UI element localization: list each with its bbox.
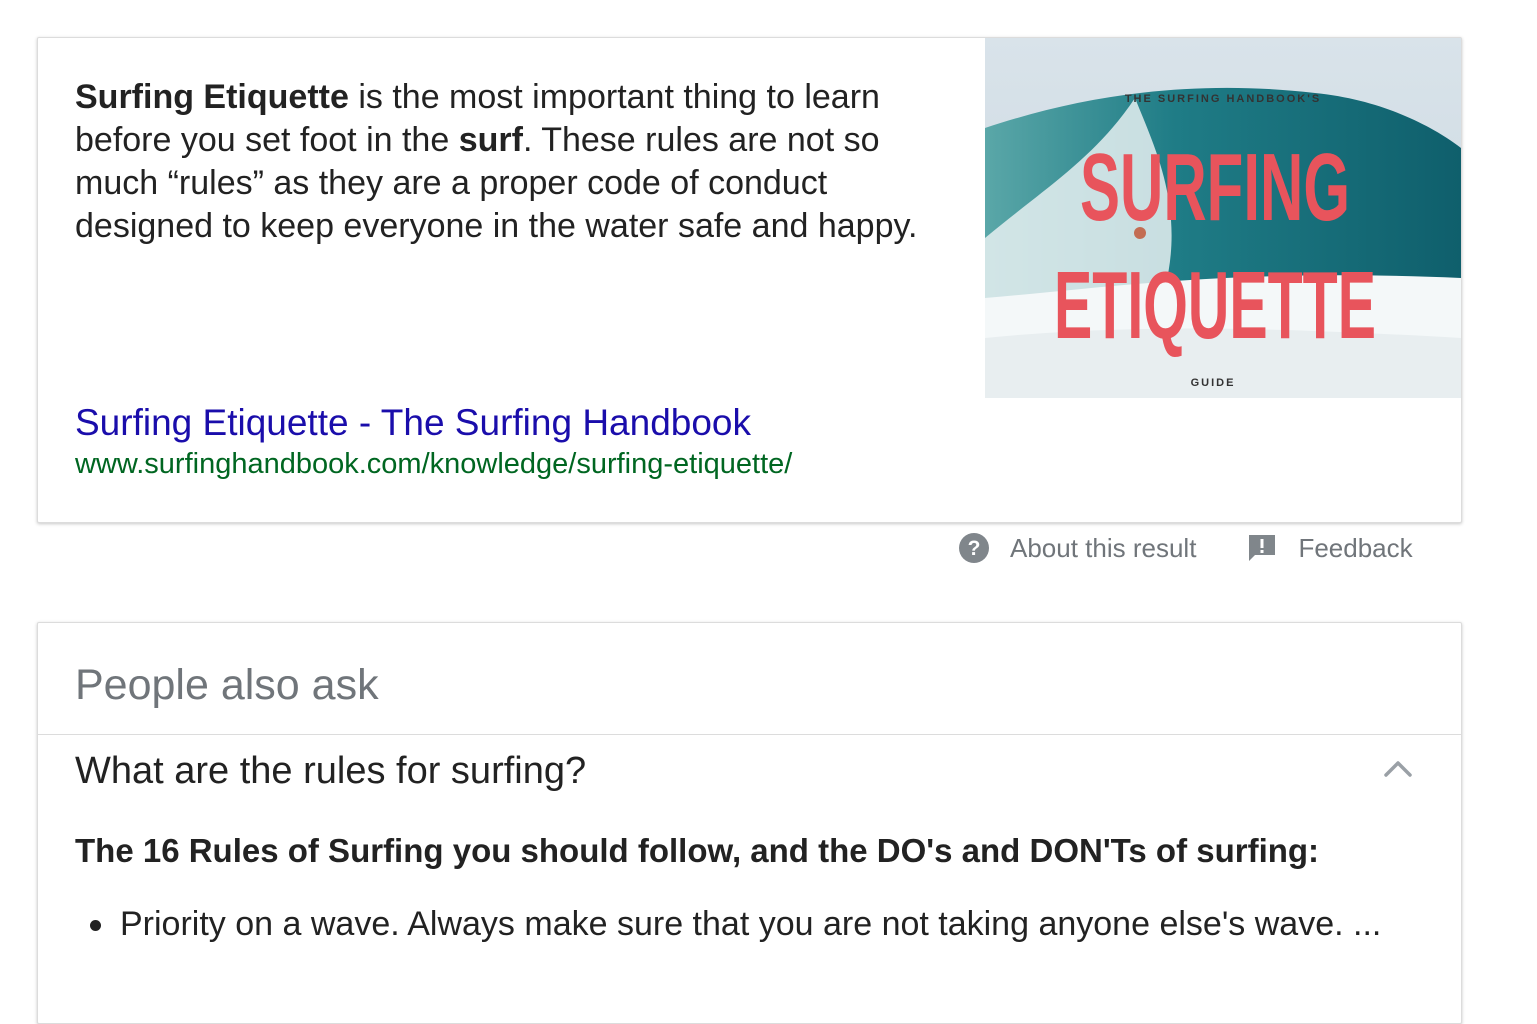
image-bottom-text: GUIDE xyxy=(1191,377,1236,389)
paa-answer-list: Priority on a wave. Always make sure tha… xyxy=(75,903,1395,946)
snippet-bold-term: surf xyxy=(458,121,523,159)
svg-text:?: ? xyxy=(968,537,981,560)
snippet-thumbnail-image[interactable]: THE SURFING HANDBOOK'S SURFING ETIQUETTE… xyxy=(985,38,1461,398)
image-title-line1: SURFING xyxy=(1080,134,1350,241)
result-title-link[interactable]: Surfing Etiquette - The Surfing Handbook xyxy=(75,400,751,446)
divider xyxy=(38,734,1461,735)
result-meta-row: ? About this result Feedback xyxy=(958,528,1413,568)
featured-snippet-card: Surfing Etiquette is the most important … xyxy=(37,37,1462,523)
help-circle-icon: ? xyxy=(958,532,990,564)
feedback-icon xyxy=(1246,532,1278,564)
image-top-text: THE SURFING HANDBOOK'S xyxy=(1125,93,1321,105)
image-title-line2: ETIQUETTE xyxy=(1054,252,1376,359)
people-also-ask-card: People also ask What are the rules for s… xyxy=(37,622,1462,1024)
list-item: Priority on a wave. Always make sure tha… xyxy=(75,903,1395,946)
surf-wave-image: THE SURFING HANDBOOK'S SURFING ETIQUETTE… xyxy=(985,38,1461,398)
paa-title: People also ask xyxy=(75,661,379,709)
feedback-label: Feedback xyxy=(1298,532,1413,563)
paa-answer-heading: The 16 Rules of Surfing you should follo… xyxy=(75,832,1320,869)
chevron-up-icon[interactable] xyxy=(1381,753,1415,787)
paa-question[interactable]: What are the rules for surfing? xyxy=(75,747,586,795)
snippet-text: Surfing Etiquette is the most important … xyxy=(75,76,955,248)
about-this-result-button[interactable]: ? About this result xyxy=(958,532,1196,564)
snippet-bold-term: Surfing Etiquette xyxy=(75,78,349,116)
about-this-result-label: About this result xyxy=(1010,532,1197,563)
feedback-button[interactable]: Feedback xyxy=(1246,532,1413,564)
result-url: www.surfinghandbook.com/knowledge/surfin… xyxy=(75,448,793,480)
